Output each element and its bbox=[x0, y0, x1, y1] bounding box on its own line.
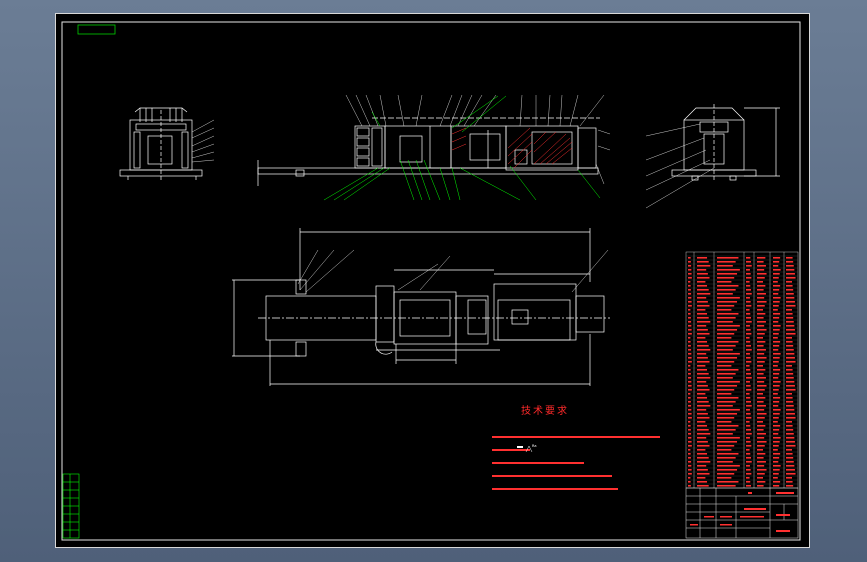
surface-roughness-mark: Ra bbox=[532, 444, 537, 448]
tech-notes-lines bbox=[492, 436, 660, 490]
cad-viewport[interactable]: 技术要求 Ra bbox=[0, 0, 867, 562]
